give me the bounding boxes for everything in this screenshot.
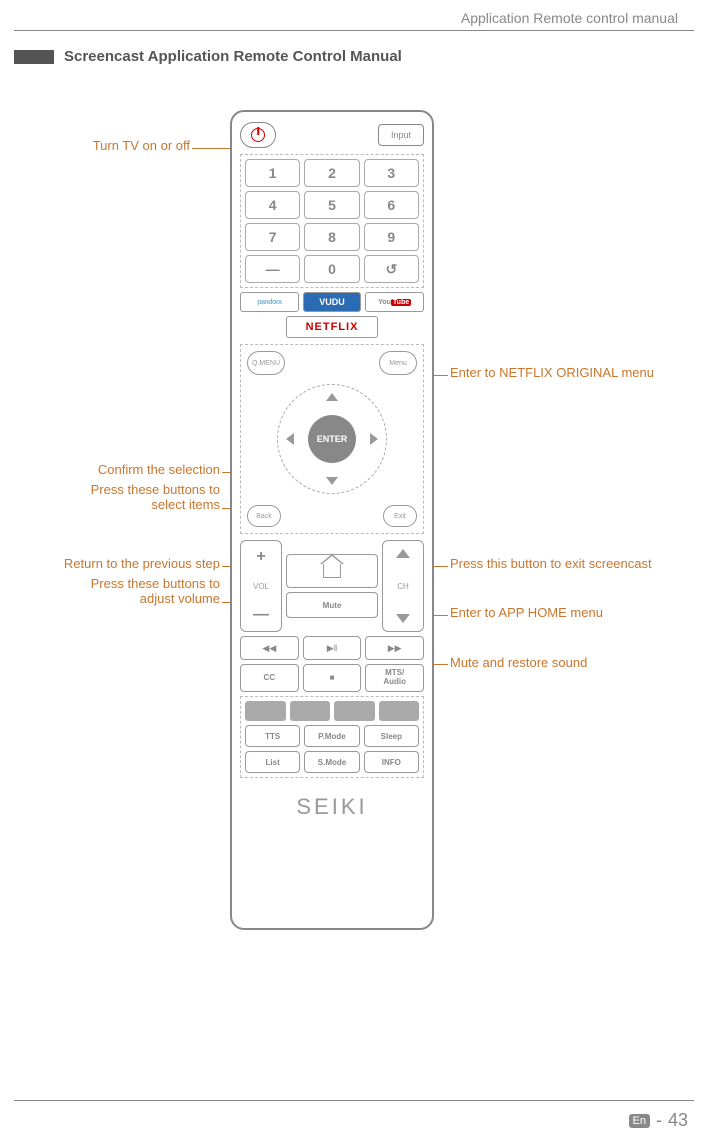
vudu-button[interactable]: VUDU <box>303 292 362 312</box>
playpause-button[interactable]: ▶‖ <box>303 636 362 660</box>
callout-select: Press these buttons to select items <box>20 482 220 512</box>
footer-rule <box>14 1100 694 1101</box>
dpad-ring: ENTER <box>277 384 387 494</box>
brand-logo: SEIKI <box>240 794 424 820</box>
num-3[interactable]: 3 <box>364 159 419 187</box>
dpad-left[interactable] <box>286 433 294 445</box>
num-return[interactable]: ↺ <box>364 255 419 283</box>
power-button[interactable] <box>240 122 276 148</box>
num-5[interactable]: 5 <box>304 191 359 219</box>
title-block <box>14 50 54 64</box>
number-pad: 1 2 3 4 5 6 7 8 9 — 0 ↺ <box>240 154 424 288</box>
title-text: Screencast Application Remote Control Ma… <box>64 48 402 65</box>
rewind-button[interactable]: ◀◀ <box>240 636 299 660</box>
vol-up[interactable]: + <box>256 549 265 565</box>
sleep-button[interactable]: Sleep <box>364 725 419 747</box>
channel-rocker[interactable]: CH <box>382 540 424 632</box>
callout-previous: Return to the previous step <box>10 556 220 571</box>
callout-exit: Press this button to exit screencast <box>450 556 652 571</box>
mute-button[interactable]: Mute <box>286 592 378 618</box>
section-title: Screencast Application Remote Control Ma… <box>14 48 402 65</box>
back-button[interactable]: Back <box>247 505 281 527</box>
ch-label: CH <box>397 582 409 591</box>
pandora-button[interactable]: pandora <box>240 292 299 312</box>
mts-button[interactable]: MTS/ Audio <box>365 664 424 692</box>
input-button[interactable]: Input <box>378 124 424 146</box>
callout-confirm: Confirm the selection <box>20 462 220 477</box>
list-button[interactable]: List <box>245 751 300 773</box>
num-1[interactable]: 1 <box>245 159 300 187</box>
home-button[interactable] <box>286 554 378 588</box>
netflix-button[interactable]: NETFLIX <box>286 316 378 338</box>
volume-rocker[interactable]: + VOL — <box>240 540 282 632</box>
header-rule <box>14 30 694 31</box>
vol-down[interactable]: — <box>253 607 269 623</box>
callout-home: Enter to APP HOME menu <box>450 605 603 620</box>
home-icon <box>323 564 341 578</box>
youtube-button[interactable]: YouTube <box>365 292 424 312</box>
footer-lang: En <box>629 1114 650 1128</box>
callout-mute: Mute and restore sound <box>450 655 587 670</box>
color-green[interactable] <box>290 701 331 721</box>
info-button[interactable]: INFO <box>364 751 419 773</box>
callout-power: Turn TV on or off <box>20 138 190 153</box>
bottom-section: TTS P.Mode Sleep List S.Mode INFO <box>240 696 424 778</box>
tts-button[interactable]: TTS <box>245 725 300 747</box>
num-4[interactable]: 4 <box>245 191 300 219</box>
power-icon <box>251 128 265 142</box>
smode-button[interactable]: S.Mode <box>304 751 359 773</box>
enter-button[interactable]: ENTER <box>308 415 356 463</box>
menu-button[interactable]: Menu <box>379 351 417 375</box>
callout-volume: Press these buttons to adjust volume <box>20 576 220 606</box>
stop-button[interactable]: ■ <box>303 664 362 692</box>
num-0[interactable]: 0 <box>304 255 359 283</box>
exit-button[interactable]: Exit <box>383 505 417 527</box>
ch-up[interactable] <box>396 549 410 558</box>
remote-body: Input 1 2 3 4 5 6 7 8 9 — 0 ↺ pandora VU… <box>230 110 434 930</box>
callout-netflix: Enter to NETFLIX ORIGINAL menu <box>450 365 654 380</box>
footer-sep: - <box>656 1110 662 1131</box>
num-2[interactable]: 2 <box>304 159 359 187</box>
num-8[interactable]: 8 <box>304 223 359 251</box>
ch-down[interactable] <box>396 614 410 623</box>
color-blue[interactable] <box>379 701 420 721</box>
fastforward-button[interactable]: ▶▶ <box>365 636 424 660</box>
footer-page: 43 <box>668 1110 688 1131</box>
dpad-down[interactable] <box>326 477 338 485</box>
num-dash[interactable]: — <box>245 255 300 283</box>
pmode-button[interactable]: P.Mode <box>304 725 359 747</box>
num-7[interactable]: 7 <box>245 223 300 251</box>
footer: En - 43 <box>629 1110 689 1131</box>
header-subtitle: Application Remote control manual <box>461 10 678 26</box>
dpad-right[interactable] <box>370 433 378 445</box>
nav-section: Q.MENU Menu ENTER Back Exit <box>240 344 424 534</box>
color-yellow[interactable] <box>334 701 375 721</box>
color-red[interactable] <box>245 701 286 721</box>
num-9[interactable]: 9 <box>364 223 419 251</box>
qmenu-button[interactable]: Q.MENU <box>247 351 285 375</box>
dpad: ENTER <box>277 384 387 494</box>
num-6[interactable]: 6 <box>364 191 419 219</box>
cc-button[interactable]: CC <box>240 664 299 692</box>
dpad-up[interactable] <box>326 393 338 401</box>
vol-label: VOL <box>253 582 269 591</box>
